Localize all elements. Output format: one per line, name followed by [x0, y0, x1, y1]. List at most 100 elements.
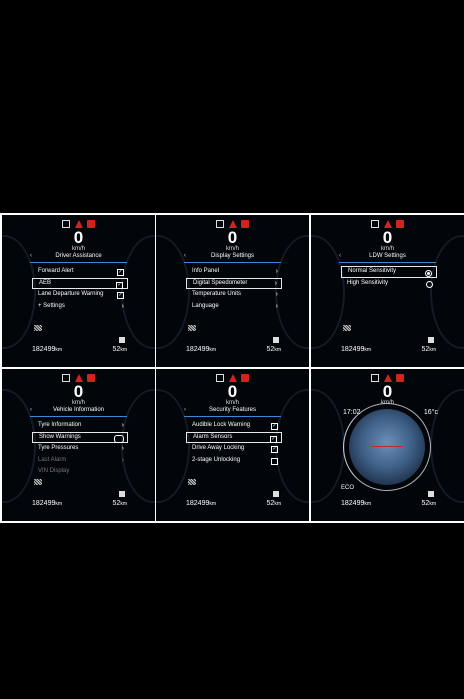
brake-icon	[240, 374, 249, 382]
odometer: 182499km	[186, 346, 217, 353]
cluster-panel-3: 0 km/h ‹ LDW Settings Normal Sensitivity…	[311, 215, 464, 367]
checkbox[interactable]: ✓	[117, 269, 124, 276]
seatbelt-icon	[371, 374, 380, 382]
brake-icon	[240, 220, 249, 228]
warning-triangle-icon	[74, 220, 83, 228]
menu-item-label: High Sensitivity	[347, 279, 389, 286]
menu-title: Driver Assistance	[55, 253, 102, 259]
menu-list: Info Panel › Digital Speedometer › Tempera…	[186, 266, 282, 312]
cluster-panel-6: 0 km/h 17:02 16°c ECO 182499km 52km	[311, 369, 464, 521]
chevron-right-icon: ›	[121, 456, 124, 464]
menu-item-label: Temperature Units	[192, 291, 242, 297]
seatbelt-icon	[371, 220, 380, 228]
fuel-range: 52km	[421, 500, 436, 507]
clock: 17:02	[343, 409, 361, 416]
fuel-range: 52km	[266, 346, 281, 353]
toggle-switch[interactable]	[114, 434, 124, 443]
menu-item[interactable]: High Sensitivity	[341, 278, 437, 290]
menu-item[interactable]: Digital Speedometer ›	[186, 277, 282, 289]
menu-item[interactable]: Lane Departure Warning ✓	[32, 289, 128, 301]
odometer: 182499km	[341, 500, 372, 507]
drive-mode: ECO	[341, 485, 355, 491]
radio-button[interactable]	[426, 280, 433, 288]
odometer: 182499km	[186, 500, 217, 507]
menu-item[interactable]: Forward Alert ✓	[32, 266, 128, 278]
menu-item[interactable]: Show Warnings	[32, 431, 128, 443]
menu-item[interactable]: Info Panel ›	[186, 266, 282, 278]
odometer: 182499km	[32, 346, 63, 353]
menu-item-label: Tyre Pressures	[38, 445, 79, 451]
radio-button[interactable]	[425, 270, 432, 277]
cluster-panel-5: 0 km/h ‹ Security Features Audible Lock …	[156, 369, 309, 521]
speed-value: 0	[227, 228, 238, 247]
seatbelt-icon	[216, 374, 225, 382]
menu-item-label: Show Warnings	[39, 433, 81, 440]
menu-item[interactable]: Tyre Pressures ›	[32, 443, 128, 455]
brake-icon	[86, 374, 95, 382]
chevron-right-icon: ›	[121, 422, 124, 429]
speed-unit: km/h	[380, 246, 394, 252]
menu-item[interactable]: Temperature Units ›	[186, 289, 282, 301]
chevron-right-icon: ›	[275, 302, 278, 310]
menu-item-label: + Settings	[38, 302, 65, 309]
brake-icon	[395, 374, 404, 382]
menu-item[interactable]: 2-stage Unlocking	[186, 455, 282, 467]
menu-item[interactable]: Normal Sensitivity	[341, 266, 437, 278]
chevron-right-icon: ›	[275, 268, 278, 275]
fuel-range: 52km	[112, 346, 127, 353]
menu-item-label: Alarm Sensors	[193, 433, 233, 440]
fuel-pump-icon	[119, 337, 125, 343]
lane-assist-icon	[34, 325, 42, 331]
menu-list: Audible Lock Warning ✓ Alarm Sensors ✓ Dri…	[186, 420, 282, 466]
fuel-pump-icon	[273, 491, 279, 497]
checkbox[interactable]: ✓	[117, 292, 124, 299]
menu-item[interactable]: VIN Display	[32, 466, 128, 478]
checkbox[interactable]: ✓	[270, 435, 277, 443]
lane-assist-icon	[343, 325, 351, 331]
menu-item-label: 2-stage Unlocking	[192, 456, 241, 463]
cluster-panel-2: 0 km/h ‹ Display Settings Info Panel › Di…	[156, 215, 309, 367]
warning-triangle-icon	[383, 374, 392, 382]
checkbox[interactable]	[271, 457, 278, 465]
brake-icon	[395, 220, 404, 228]
menu-item[interactable]: Last Alarm ›	[32, 455, 128, 467]
menu-title: LDW Settings	[369, 253, 406, 259]
fuel-range: 52km	[266, 500, 281, 507]
menu-item-label: Drive Away Locking	[192, 445, 245, 451]
speed-unit: km/h	[225, 400, 239, 406]
lane-assist-icon	[188, 325, 196, 331]
menu-item[interactable]: + Settings ›	[32, 301, 128, 313]
checkbox[interactable]: ✓	[271, 446, 278, 453]
chevron-right-icon: ›	[121, 445, 124, 452]
menu-item[interactable]: Drive Away Locking ✓	[186, 443, 282, 455]
speed-value: 0	[73, 382, 84, 401]
menu-header: ‹ Security Features	[184, 407, 281, 417]
speed-value: 0	[227, 382, 238, 401]
checkbox[interactable]: ✓	[271, 423, 278, 430]
checkbox[interactable]: ✓	[116, 281, 123, 289]
cluster-panel-4: 0 km/h ‹ Vehicle Information Tyre Inform…	[2, 369, 155, 521]
menu-item[interactable]: AEB ✓	[32, 277, 128, 289]
menu-item[interactable]: Alarm Sensors ✓	[186, 431, 282, 443]
warning-triangle-icon	[383, 220, 392, 228]
menu-item[interactable]: Language ›	[186, 301, 282, 313]
menu-title: Display Settings	[210, 253, 255, 259]
right-dial	[430, 389, 464, 503]
menu-list: Normal Sensitivity High Sensitivity	[341, 266, 437, 289]
fuel-pump-icon	[428, 337, 434, 343]
warning-triangle-icon	[228, 374, 237, 382]
chevron-right-icon: ›	[275, 291, 278, 298]
menu-item-label: Tyre Information	[38, 422, 82, 428]
fuel-pump-icon	[428, 491, 434, 497]
eco-gauge	[343, 403, 431, 491]
brake-icon	[86, 220, 95, 228]
menu-header: ‹ Driver Assistance	[30, 253, 127, 263]
menu-item-label: Info Panel	[192, 268, 220, 274]
menu-item[interactable]: Tyre Information ›	[32, 420, 128, 432]
chevron-right-icon: ›	[121, 302, 124, 310]
menu-item-label: Forward Alert	[38, 268, 74, 274]
chevron-right-icon: ›	[274, 279, 277, 287]
menu-header: ‹ Display Settings	[184, 253, 281, 263]
menu-item[interactable]: Audible Lock Warning ✓	[186, 420, 282, 432]
menu-item-label: VIN Display	[38, 468, 70, 474]
